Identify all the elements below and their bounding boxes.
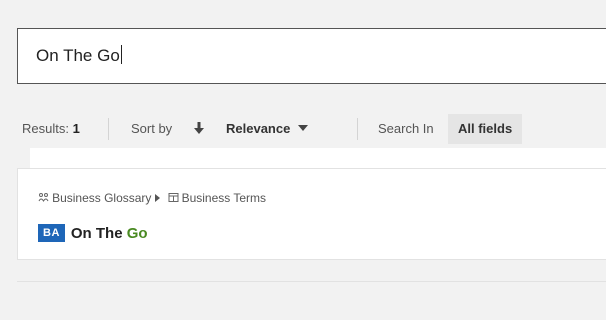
result-title-row: BA On The Go <box>38 224 148 244</box>
search-box[interactable]: On The Go <box>17 28 606 84</box>
result-item[interactable]: Business Glossary Business Terms BA On Th… <box>17 168 606 260</box>
search-in-label: Search In <box>378 121 434 136</box>
caret-down-icon <box>298 125 309 131</box>
search-input-value: On The Go <box>36 46 120 65</box>
breadcrumb-domain[interactable]: Business Terms <box>182 191 266 205</box>
toolbar-divider <box>357 118 358 140</box>
search-in-select[interactable]: All fields <box>448 114 523 144</box>
divider-line <box>17 281 606 282</box>
sort-by-label: Sort by <box>131 121 173 136</box>
result-title-text: On The <box>70 225 127 242</box>
arrow-down-icon[interactable] <box>194 114 208 144</box>
search-page: On The Go Results: 1 Sort by Relevance S… <box>0 0 606 320</box>
sort-select[interactable]: Relevance <box>226 114 309 144</box>
text-caret <box>120 45 122 64</box>
toolbar-divider <box>108 118 109 140</box>
result-title-highlight: Go <box>126 225 148 242</box>
result-title-link[interactable]: On The Go <box>71 225 148 242</box>
community-icon <box>38 193 52 205</box>
results-label: Results: <box>22 121 69 136</box>
spacer-band <box>30 148 606 168</box>
breadcrumb: Business Glossary Business Terms <box>38 191 266 205</box>
search-input[interactable]: On The Go <box>36 45 122 66</box>
breadcrumb-separator-icon <box>155 194 161 202</box>
results-count: 1 <box>72 121 80 136</box>
breadcrumb-community[interactable]: Business Glossary <box>52 191 151 205</box>
asset-type-badge: BA <box>38 224 65 242</box>
results-count-label: Results: 1 <box>22 114 80 144</box>
glossary-icon <box>164 193 181 205</box>
results-toolbar: Results: 1 Sort by Relevance Search In A… <box>0 114 606 144</box>
sort-select-value: Relevance <box>226 121 291 136</box>
